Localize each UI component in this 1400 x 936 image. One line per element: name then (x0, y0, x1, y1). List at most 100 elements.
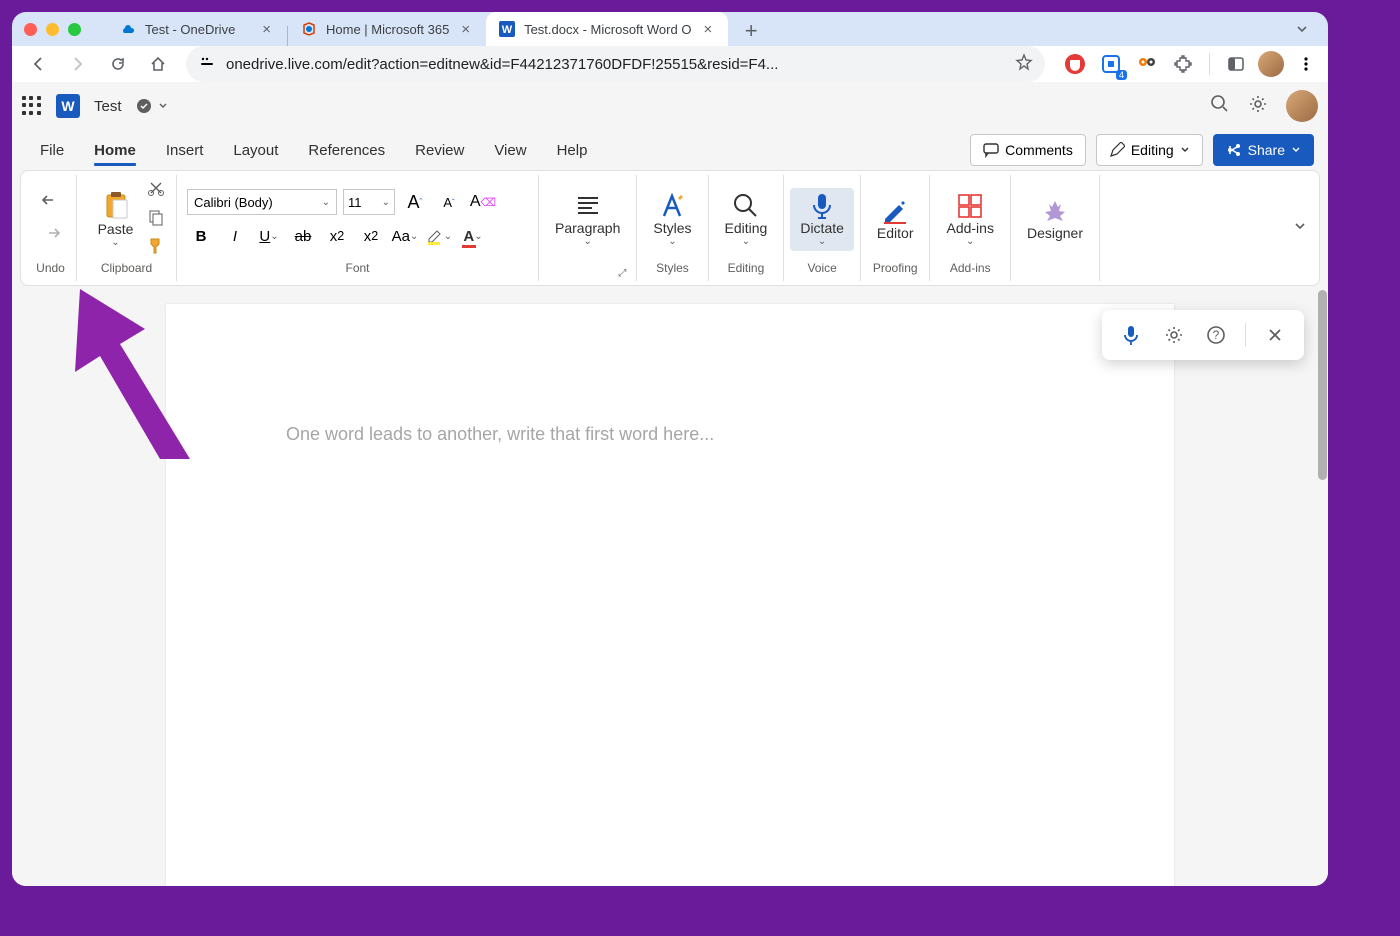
bold-button[interactable]: B (187, 222, 215, 250)
subscript-button[interactable]: x2 (323, 222, 351, 250)
ribbon-collapse-icon[interactable] (1285, 211, 1315, 246)
group-label: Editing (715, 261, 778, 279)
group-label: Undo (31, 261, 70, 279)
new-tab-button[interactable]: + (736, 16, 766, 46)
paragraph-button[interactable]: Paragraph ⌄ (545, 188, 630, 251)
minimize-window[interactable] (46, 23, 59, 36)
copy-icon[interactable] (147, 208, 165, 231)
group-label: Proofing (867, 261, 924, 279)
redo-icon[interactable] (41, 223, 61, 248)
address-bar[interactable]: onedrive.live.com/edit?action=editnew&id… (186, 46, 1045, 82)
paragraph-icon (574, 192, 602, 220)
menu-references[interactable]: References (294, 138, 399, 163)
forward-button[interactable] (60, 46, 96, 82)
styles-button[interactable]: Styles ⌄ (643, 188, 701, 251)
settings-icon[interactable] (1248, 94, 1268, 119)
reload-button[interactable] (100, 46, 136, 82)
menu-view[interactable]: View (480, 138, 540, 163)
url-text: onedrive.live.com/edit?action=editnew&id… (226, 56, 1005, 73)
document-title[interactable]: Test (94, 98, 122, 115)
editing-button[interactable]: Editing ⌄ (715, 188, 778, 251)
close-tab-icon[interactable]: × (258, 21, 275, 38)
shrink-font-icon[interactable]: Aˇ (435, 188, 463, 216)
font-size-select[interactable]: 11⌄ (343, 189, 395, 215)
window-controls (24, 23, 81, 36)
titlebar: Test - OneDrive × Home | Microsoft 365 ×… (12, 12, 1328, 46)
close-tab-icon[interactable]: × (457, 21, 474, 38)
ublock-icon[interactable] (1061, 50, 1089, 78)
close-tab-icon[interactable]: × (699, 21, 716, 38)
tab-title: Test - OneDrive (145, 22, 250, 37)
italic-button[interactable]: I (221, 222, 249, 250)
browser-window: Test - OneDrive × Home | Microsoft 365 ×… (12, 12, 1328, 886)
maximize-window[interactable] (68, 23, 81, 36)
designer-button[interactable]: Designer (1017, 193, 1093, 245)
dictate-button[interactable]: Dictate ⌄ (790, 188, 854, 251)
microphone-button[interactable] (1117, 321, 1145, 349)
user-avatar[interactable] (1286, 90, 1318, 122)
font-name-select[interactable]: Calibri (Body)⌄ (187, 189, 337, 215)
search-icon[interactable] (1210, 94, 1230, 119)
undo-icon[interactable] (41, 190, 61, 215)
group-label: Add-ins (936, 261, 1003, 279)
change-case-button[interactable]: Aa⌄ (391, 222, 419, 250)
tab-title: Test.docx - Microsoft Word O (524, 22, 691, 37)
menu-bar: File Home Insert Layout References Revie… (12, 130, 1328, 170)
home-button[interactable] (140, 46, 176, 82)
group-label: Voice (790, 261, 854, 279)
styles-icon (658, 192, 686, 220)
dialog-launcher-icon[interactable]: ⤢ (618, 268, 626, 279)
kebab-menu-icon[interactable] (1292, 50, 1320, 78)
menu-file[interactable]: File (26, 138, 78, 163)
group-label: Clipboard (83, 261, 170, 279)
menu-home[interactable]: Home (80, 138, 150, 163)
svg-text:W: W (502, 24, 513, 36)
share-button[interactable]: Share (1213, 134, 1314, 166)
extension-icon[interactable] (1133, 50, 1161, 78)
help-icon[interactable]: ? (1202, 321, 1230, 349)
browser-tab-active[interactable]: W Test.docx - Microsoft Word O × (486, 12, 728, 46)
extensions-menu-icon[interactable] (1169, 50, 1197, 78)
onedrive-icon (119, 20, 137, 38)
word-app: W Test File Home Insert Layout Reference… (12, 82, 1328, 886)
browser-tab[interactable]: Home | Microsoft 365 × (288, 12, 486, 46)
extension-icon[interactable]: 4 (1097, 50, 1125, 78)
tab-title: Home | Microsoft 365 (326, 22, 449, 37)
editing-mode-button[interactable]: Editing (1096, 134, 1203, 166)
font-color-button[interactable]: A⌄ (459, 222, 487, 250)
back-button[interactable] (20, 46, 56, 82)
app-launcher-icon[interactable] (22, 96, 42, 116)
tabs-dropdown[interactable] (1288, 15, 1316, 43)
vertical-scrollbar[interactable] (1318, 290, 1327, 480)
editor-button[interactable]: Editor (867, 193, 924, 245)
site-settings-icon[interactable] (198, 53, 216, 75)
menu-review[interactable]: Review (401, 138, 478, 163)
settings-icon[interactable] (1160, 321, 1188, 349)
cut-icon[interactable] (147, 179, 165, 202)
grow-font-icon[interactable]: Aˆ (401, 188, 429, 216)
microphone-icon (809, 192, 835, 220)
browser-tabs: Test - OneDrive × Home | Microsoft 365 ×… (107, 12, 1280, 46)
strikethrough-button[interactable]: ab (289, 222, 317, 250)
menu-layout[interactable]: Layout (219, 138, 292, 163)
group-label: Font (183, 261, 532, 279)
underline-button[interactable]: U⌄ (255, 222, 283, 250)
divider (1209, 53, 1210, 75)
clear-formatting-icon[interactable]: A⌫ (469, 188, 497, 216)
save-status[interactable] (136, 98, 168, 114)
sidepanel-icon[interactable] (1222, 50, 1250, 78)
close-icon[interactable] (1261, 321, 1289, 349)
document-page[interactable]: One word leads to another, write that fi… (166, 304, 1174, 886)
menu-help[interactable]: Help (543, 138, 602, 163)
close-window[interactable] (24, 23, 37, 36)
superscript-button[interactable]: x2 (357, 222, 385, 250)
format-painter-icon[interactable] (147, 237, 165, 260)
browser-tab[interactable]: Test - OneDrive × (107, 12, 287, 46)
profile-avatar[interactable] (1258, 51, 1284, 77)
comments-button[interactable]: Comments (970, 134, 1086, 166)
addins-button[interactable]: Add-ins ⌄ (936, 188, 1003, 251)
menu-insert[interactable]: Insert (152, 138, 218, 163)
highlight-button[interactable]: ⌄ (425, 222, 453, 250)
paste-button[interactable]: Paste ⌄ (88, 187, 144, 252)
bookmark-icon[interactable] (1015, 53, 1033, 75)
